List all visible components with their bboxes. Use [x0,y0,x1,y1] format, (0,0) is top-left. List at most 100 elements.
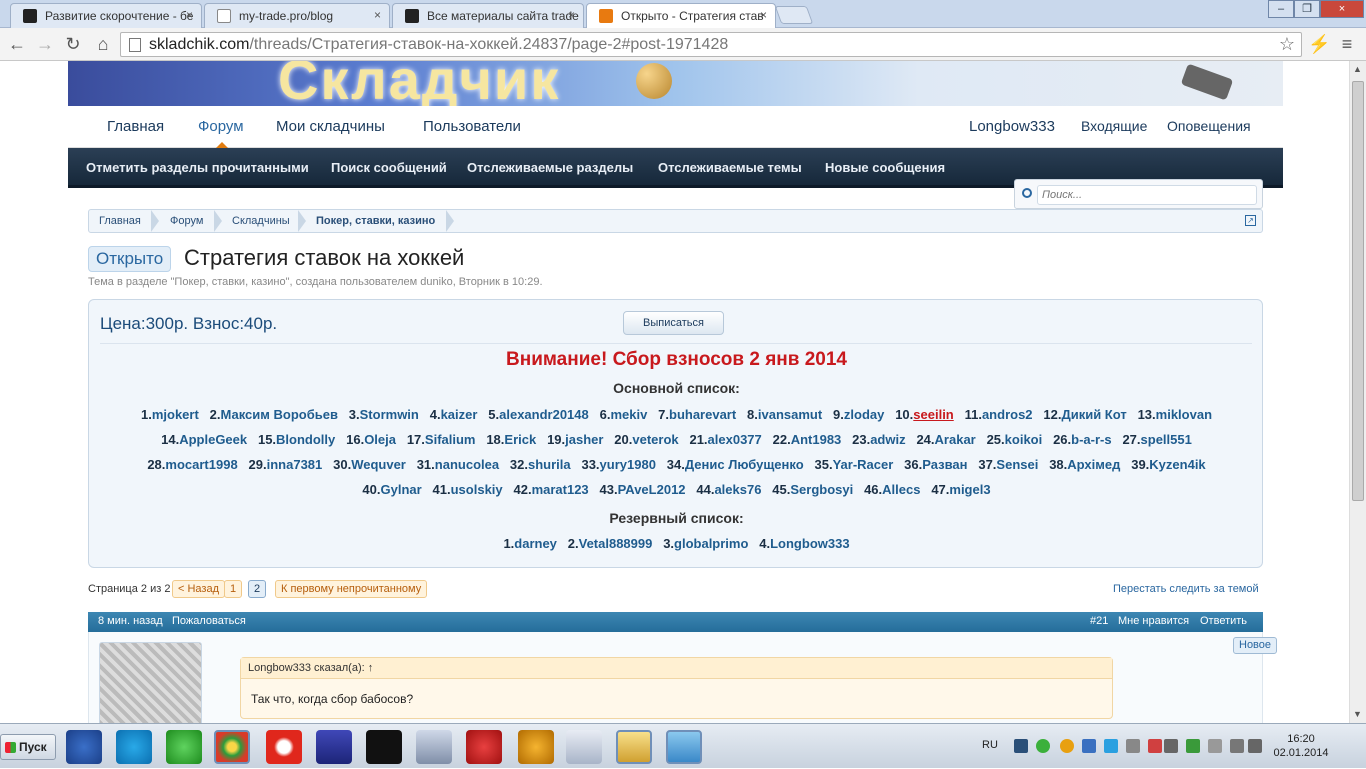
participant-link[interactable]: koikoi [1005,432,1043,447]
tray-app-icon[interactable] [1060,739,1074,753]
participant-link[interactable]: nanucolea [435,457,499,472]
participant-link[interactable]: inna7381 [267,457,323,472]
subnav-watched-threads[interactable]: Отслеживаемые темы [658,160,802,175]
tray-app-icon[interactable] [1014,739,1028,753]
nav-forum[interactable]: Форум [198,118,244,135]
thread-prefix-badge[interactable]: Открыто [88,246,172,272]
home-icon[interactable]: ⌂ [92,33,114,55]
participant-link[interactable]: Blondolly [276,432,335,447]
participant-link[interactable]: Sergbosyi [790,482,853,497]
close-tab-icon[interactable]: × [374,8,381,22]
participant-link[interactable]: Stormwin [360,407,419,422]
participant-link[interactable]: Wequver [351,457,406,472]
minimize-icon[interactable]: – [1268,0,1294,18]
participant-link[interactable]: ivansamut [758,407,822,422]
search-input[interactable] [1037,185,1257,205]
breadcrumb-home[interactable]: Главная [99,215,141,227]
subnav-new-posts[interactable]: Новые сообщения [825,160,945,175]
participant-link[interactable]: zloday [844,407,884,422]
stop-watching-link[interactable]: Перестать следить за темой [1113,583,1259,595]
scroll-thumb[interactable] [1352,81,1364,501]
participant-link[interactable]: miklovan [1156,407,1212,422]
bookmark-star-icon[interactable]: ☆ [1279,34,1295,55]
like-link[interactable]: Мне нравится [1118,615,1189,627]
network-app-icon[interactable] [466,730,502,764]
participant-link[interactable]: Yar-Racer [833,457,894,472]
participant-link[interactable]: aleks76 [714,482,761,497]
participant-link[interactable]: Gylnar [381,482,422,497]
participant-link[interactable]: Kyzen4ik [1149,457,1205,472]
participant-link[interactable]: mekiv [610,407,647,422]
nav-alerts[interactable]: Оповещения [1167,118,1251,134]
browser-tab-2[interactable]: my-trade.pro/blog × [204,3,390,28]
prev-page-button[interactable]: < Назад [172,580,225,598]
breadcrumb-forum[interactable]: Форум [170,215,203,227]
participant-link[interactable]: globalprimo [674,536,748,551]
breadcrumb-skladchiny[interactable]: Складчины [232,215,290,227]
tray-app-icon[interactable] [1148,739,1162,753]
page-2-button[interactable]: 2 [248,580,267,598]
jump-to-icon[interactable]: ↗ [1245,215,1256,226]
unsubscribe-button[interactable]: Выписаться [623,311,724,335]
triangle-app-icon[interactable] [518,730,554,764]
participant-link[interactable]: jasher [565,432,603,447]
new-tab-button[interactable] [774,6,814,24]
subnav-mark-read[interactable]: Отметить разделы прочитанными [86,160,309,175]
clock[interactable]: 16:20 02.01.2014 [1266,732,1336,760]
reload-icon[interactable]: ↻ [62,33,84,55]
participant-link[interactable]: PAveL2012 [618,482,686,497]
participant-link[interactable]: migel3 [949,482,990,497]
breadcrumb-poker[interactable]: Покер, ставки, казино [316,215,435,227]
participant-link[interactable]: Денис Любущенко [685,457,804,472]
utorrent-icon[interactable] [1036,739,1050,753]
close-tab-icon[interactable]: × [568,8,575,22]
forward-icon[interactable]: → [34,33,56,55]
keyboard-icon[interactable] [416,730,452,764]
address-bar[interactable]: skladchik.com/threads/Стратегия-ставок-н… [120,32,1302,57]
post-time[interactable]: 8 мин. назад [98,615,163,627]
participant-link[interactable]: yury1980 [600,457,656,472]
participant-link[interactable]: alex0377 [708,432,762,447]
close-tab-icon[interactable]: × [760,8,767,22]
participant-link[interactable]: Arakar [935,432,976,447]
post-number[interactable]: #21 [1090,615,1108,627]
participant-link[interactable]: mjokert [152,407,199,422]
console-icon[interactable] [366,730,402,764]
report-link[interactable]: Пожаловаться [172,615,246,627]
icq-icon[interactable] [166,730,202,764]
tray-app-icon[interactable] [1082,739,1096,753]
scroll-down-icon[interactable]: ▼ [1353,709,1362,719]
nav-account[interactable]: Longbow333 [969,118,1055,135]
participant-link[interactable]: darney [514,536,557,551]
quote-author[interactable]: Longbow333 сказал(а): ↑ [241,658,1112,679]
lightning-extension-icon[interactable]: ⚡ [1308,33,1330,55]
participant-link[interactable]: Ant1983 [791,432,842,447]
participant-link[interactable]: mocart1998 [165,457,237,472]
close-tab-icon[interactable]: × [186,8,193,22]
first-unread-button[interactable]: К первому непрочитанному [275,580,428,598]
back-icon[interactable]: ← [6,33,28,55]
nav-inbox[interactable]: Входящие [1081,118,1147,134]
menu-icon[interactable]: ≡ [1336,33,1358,55]
participant-link[interactable]: kaizer [441,407,478,422]
participant-link[interactable]: usolskiy [451,482,503,497]
avatar[interactable] [99,642,202,723]
maximize-icon[interactable]: ❐ [1294,0,1320,18]
participant-link[interactable]: seeilin [913,407,953,422]
participant-link[interactable]: Архімед [1067,457,1120,472]
browser-tab-1[interactable]: Развитие скорочтение - бе × [10,3,202,28]
save-disk-icon[interactable] [316,730,352,764]
participant-link[interactable]: Дикий Кот [1061,407,1126,422]
scroll-up-icon[interactable]: ▲ [1353,64,1362,74]
participant-link[interactable]: veterok [632,432,678,447]
participant-link[interactable]: shurila [528,457,571,472]
participant-link[interactable]: Allecs [882,482,920,497]
browser-tab-4[interactable]: Открыто - Стратегия став × [586,3,776,28]
media-player-icon[interactable] [666,730,702,764]
security-icon[interactable] [1186,739,1200,753]
page-1-button[interactable]: 1 [224,580,243,598]
skype-icon[interactable] [116,730,152,764]
participant-link[interactable]: AppleGeek [179,432,247,447]
participant-link[interactable]: Longbow333 [770,536,849,551]
chrome-icon[interactable] [214,730,250,764]
